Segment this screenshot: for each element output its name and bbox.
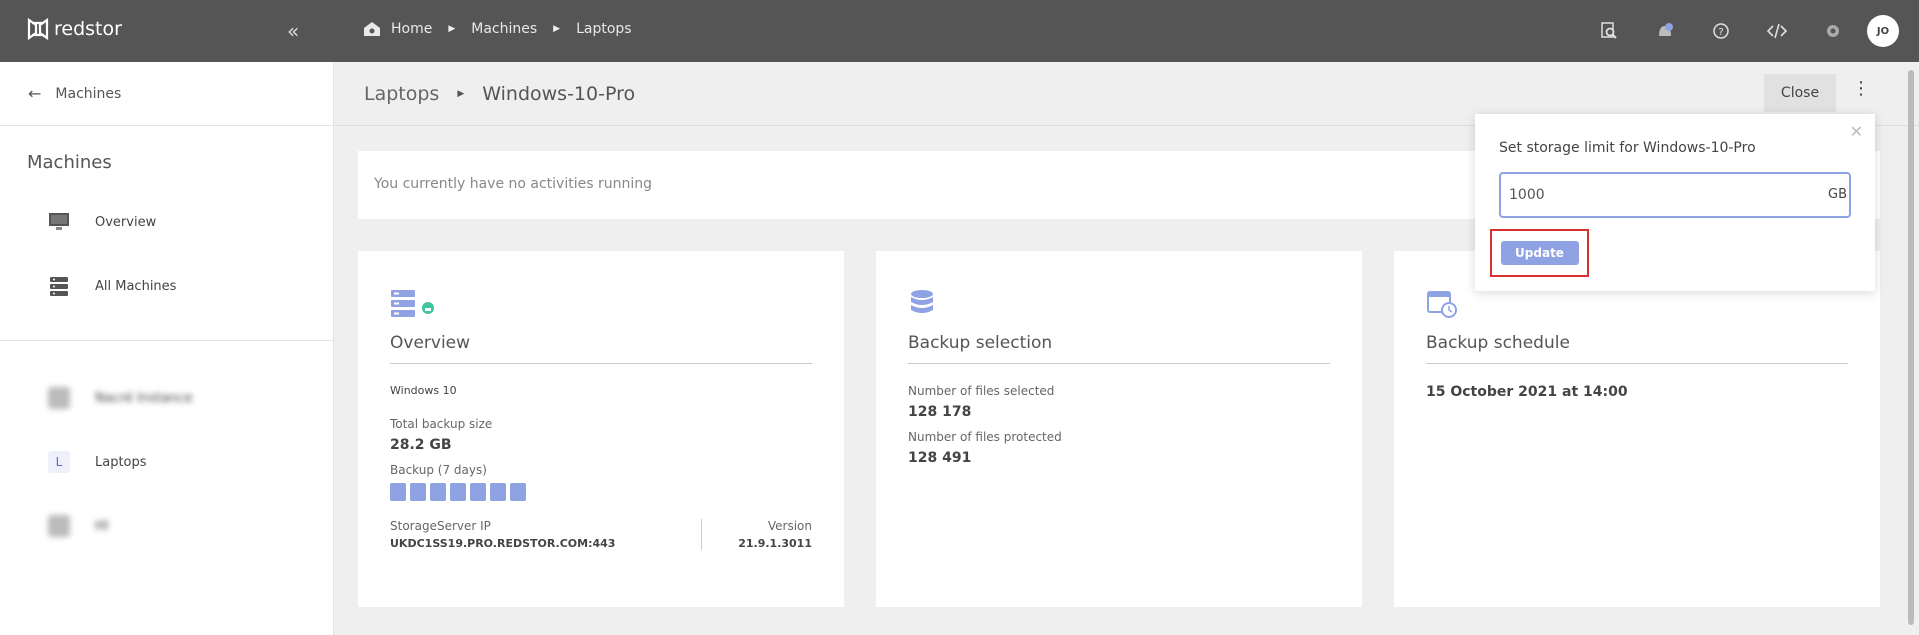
version-label: Version <box>767 519 812 533</box>
files-protected-value: 128 491 <box>908 450 972 466</box>
breadcrumb-separator-icon: ▶ <box>553 24 561 34</box>
card-title: Backup schedule <box>1426 333 1848 364</box>
page-scrollbar[interactable] <box>1908 70 1914 625</box>
sidebar-group-item[interactable]: HI <box>0 494 333 558</box>
backup-day-marker <box>510 483 526 501</box>
breadcrumb: Home ▶ Machines ▶ Laptops <box>363 21 632 37</box>
sidebar-group-laptops[interactable]: L Laptops <box>0 430 333 494</box>
backup-days-label: Backup (7 days) <box>390 463 487 477</box>
group-placeholder-icon <box>47 515 71 537</box>
version-value: 21.9.1.3011 <box>738 537 812 550</box>
home-icon[interactable] <box>363 21 381 37</box>
brand-name: redstor <box>54 18 122 40</box>
update-button[interactable]: Update <box>1500 241 1579 265</box>
redstor-logo-icon <box>27 17 49 41</box>
backup-day-marker <box>470 483 486 501</box>
page-title: Windows-10-Pro <box>482 83 636 105</box>
sidebar-group-label: HI <box>95 518 109 534</box>
sidebar-item-label: Overview <box>95 214 157 230</box>
more-options-icon[interactable]: ⋮ <box>1851 78 1871 99</box>
help-icon[interactable]: ? <box>1693 22 1749 40</box>
os-name: Windows 10 <box>390 384 457 397</box>
back-arrow-icon: ← <box>28 84 42 103</box>
server-status-icon <box>390 281 812 319</box>
top-icon-bar: ? JO <box>1581 0 1919 62</box>
group-letter-icon: L <box>47 451 71 473</box>
breadcrumb-home[interactable]: Home <box>391 21 432 37</box>
page-breadcrumb: Laptops ▶ Windows-10-Pro <box>364 83 635 105</box>
unit-label: GB <box>1828 187 1847 202</box>
close-icon[interactable]: ✕ <box>1850 122 1863 141</box>
files-protected-label: Number of files protected <box>908 430 1062 444</box>
brand-logo[interactable]: redstor <box>26 17 122 41</box>
breadcrumb-separator-icon: ▶ <box>457 89 465 99</box>
total-backup-value: 28.2 GB <box>390 437 452 453</box>
backup-day-marker <box>490 483 506 501</box>
total-backup-label: Total backup size <box>390 417 493 431</box>
backup-day-marker <box>450 483 466 501</box>
overview-card: Overview Windows 10 Total backup size 28… <box>358 251 844 607</box>
sidebar-group-item[interactable]: Nacré Instance <box>0 366 333 430</box>
back-to-machines-link[interactable]: ← Machines <box>0 62 333 126</box>
activity-text: You currently have no activities running <box>374 176 652 192</box>
popover-title: Set storage limit for Windows-10-Pro <box>1499 140 1756 156</box>
backup-schedule-card: Backup schedule 15 October 2021 at 14:00 <box>1394 251 1880 607</box>
storage-limit-popover: ✕ Set storage limit for Windows-10-Pro G… <box>1475 114 1875 291</box>
search-doc-icon[interactable] <box>1581 22 1637 40</box>
storage-limit-field: GB <box>1499 172 1851 218</box>
settings-icon[interactable] <box>1805 22 1861 40</box>
backup-day-marker <box>410 483 426 501</box>
card-title: Backup selection <box>908 333 1330 364</box>
code-icon[interactable] <box>1749 22 1805 40</box>
sidebar-divider <box>0 340 333 366</box>
server-value: UKDC1SS19.PRO.REDSTOR.COM:443 <box>390 537 616 550</box>
breadcrumb-machines[interactable]: Machines <box>471 21 537 37</box>
notification-icon[interactable] <box>1637 22 1693 40</box>
storage-limit-input[interactable] <box>1501 174 1849 216</box>
back-label: Machines <box>55 85 122 102</box>
sidebar-item-all-machines[interactable]: All Machines <box>0 254 333 318</box>
files-selected-label: Number of files selected <box>908 384 1055 398</box>
backup-day-marker <box>390 483 406 501</box>
top-bar: redstor « Home ▶ Machines ▶ Laptops ? JO <box>0 0 1919 62</box>
files-selected-value: 128 178 <box>908 404 972 420</box>
schedule-value: 15 October 2021 at 14:00 <box>1426 384 1628 400</box>
backup-selection-card: Backup selection Number of files selecte… <box>876 251 1362 607</box>
sidebar-group-label: Laptops <box>95 454 147 470</box>
card-title: Overview <box>390 333 812 364</box>
page-crumb-parent[interactable]: Laptops <box>364 83 439 105</box>
server-label: StorageServer IP <box>390 519 491 533</box>
sidebar: ← Machines Machines Overview All Machine… <box>0 62 334 635</box>
server-info-row: StorageServer IP UKDC1SS19.PRO.REDSTOR.C… <box>390 519 812 550</box>
server-stack-icon <box>47 275 71 297</box>
database-icon <box>908 281 1330 319</box>
breadcrumb-laptops[interactable]: Laptops <box>576 21 632 37</box>
breadcrumb-separator-icon: ▶ <box>448 24 456 34</box>
sidebar-item-overview[interactable]: Overview <box>0 190 333 254</box>
collapse-sidebar-button[interactable]: « <box>287 19 299 43</box>
backup-days-indicator <box>390 483 812 501</box>
sidebar-group-label: Nacré Instance <box>95 390 193 406</box>
sidebar-item-label: All Machines <box>95 278 177 294</box>
group-placeholder-icon <box>47 387 71 409</box>
user-avatar[interactable]: JO <box>1867 15 1899 47</box>
close-button[interactable]: Close <box>1764 74 1836 112</box>
svg-text:?: ? <box>1718 27 1723 38</box>
backup-day-marker <box>430 483 446 501</box>
update-highlight: Update <box>1490 229 1589 277</box>
monitor-icon <box>47 211 71 233</box>
